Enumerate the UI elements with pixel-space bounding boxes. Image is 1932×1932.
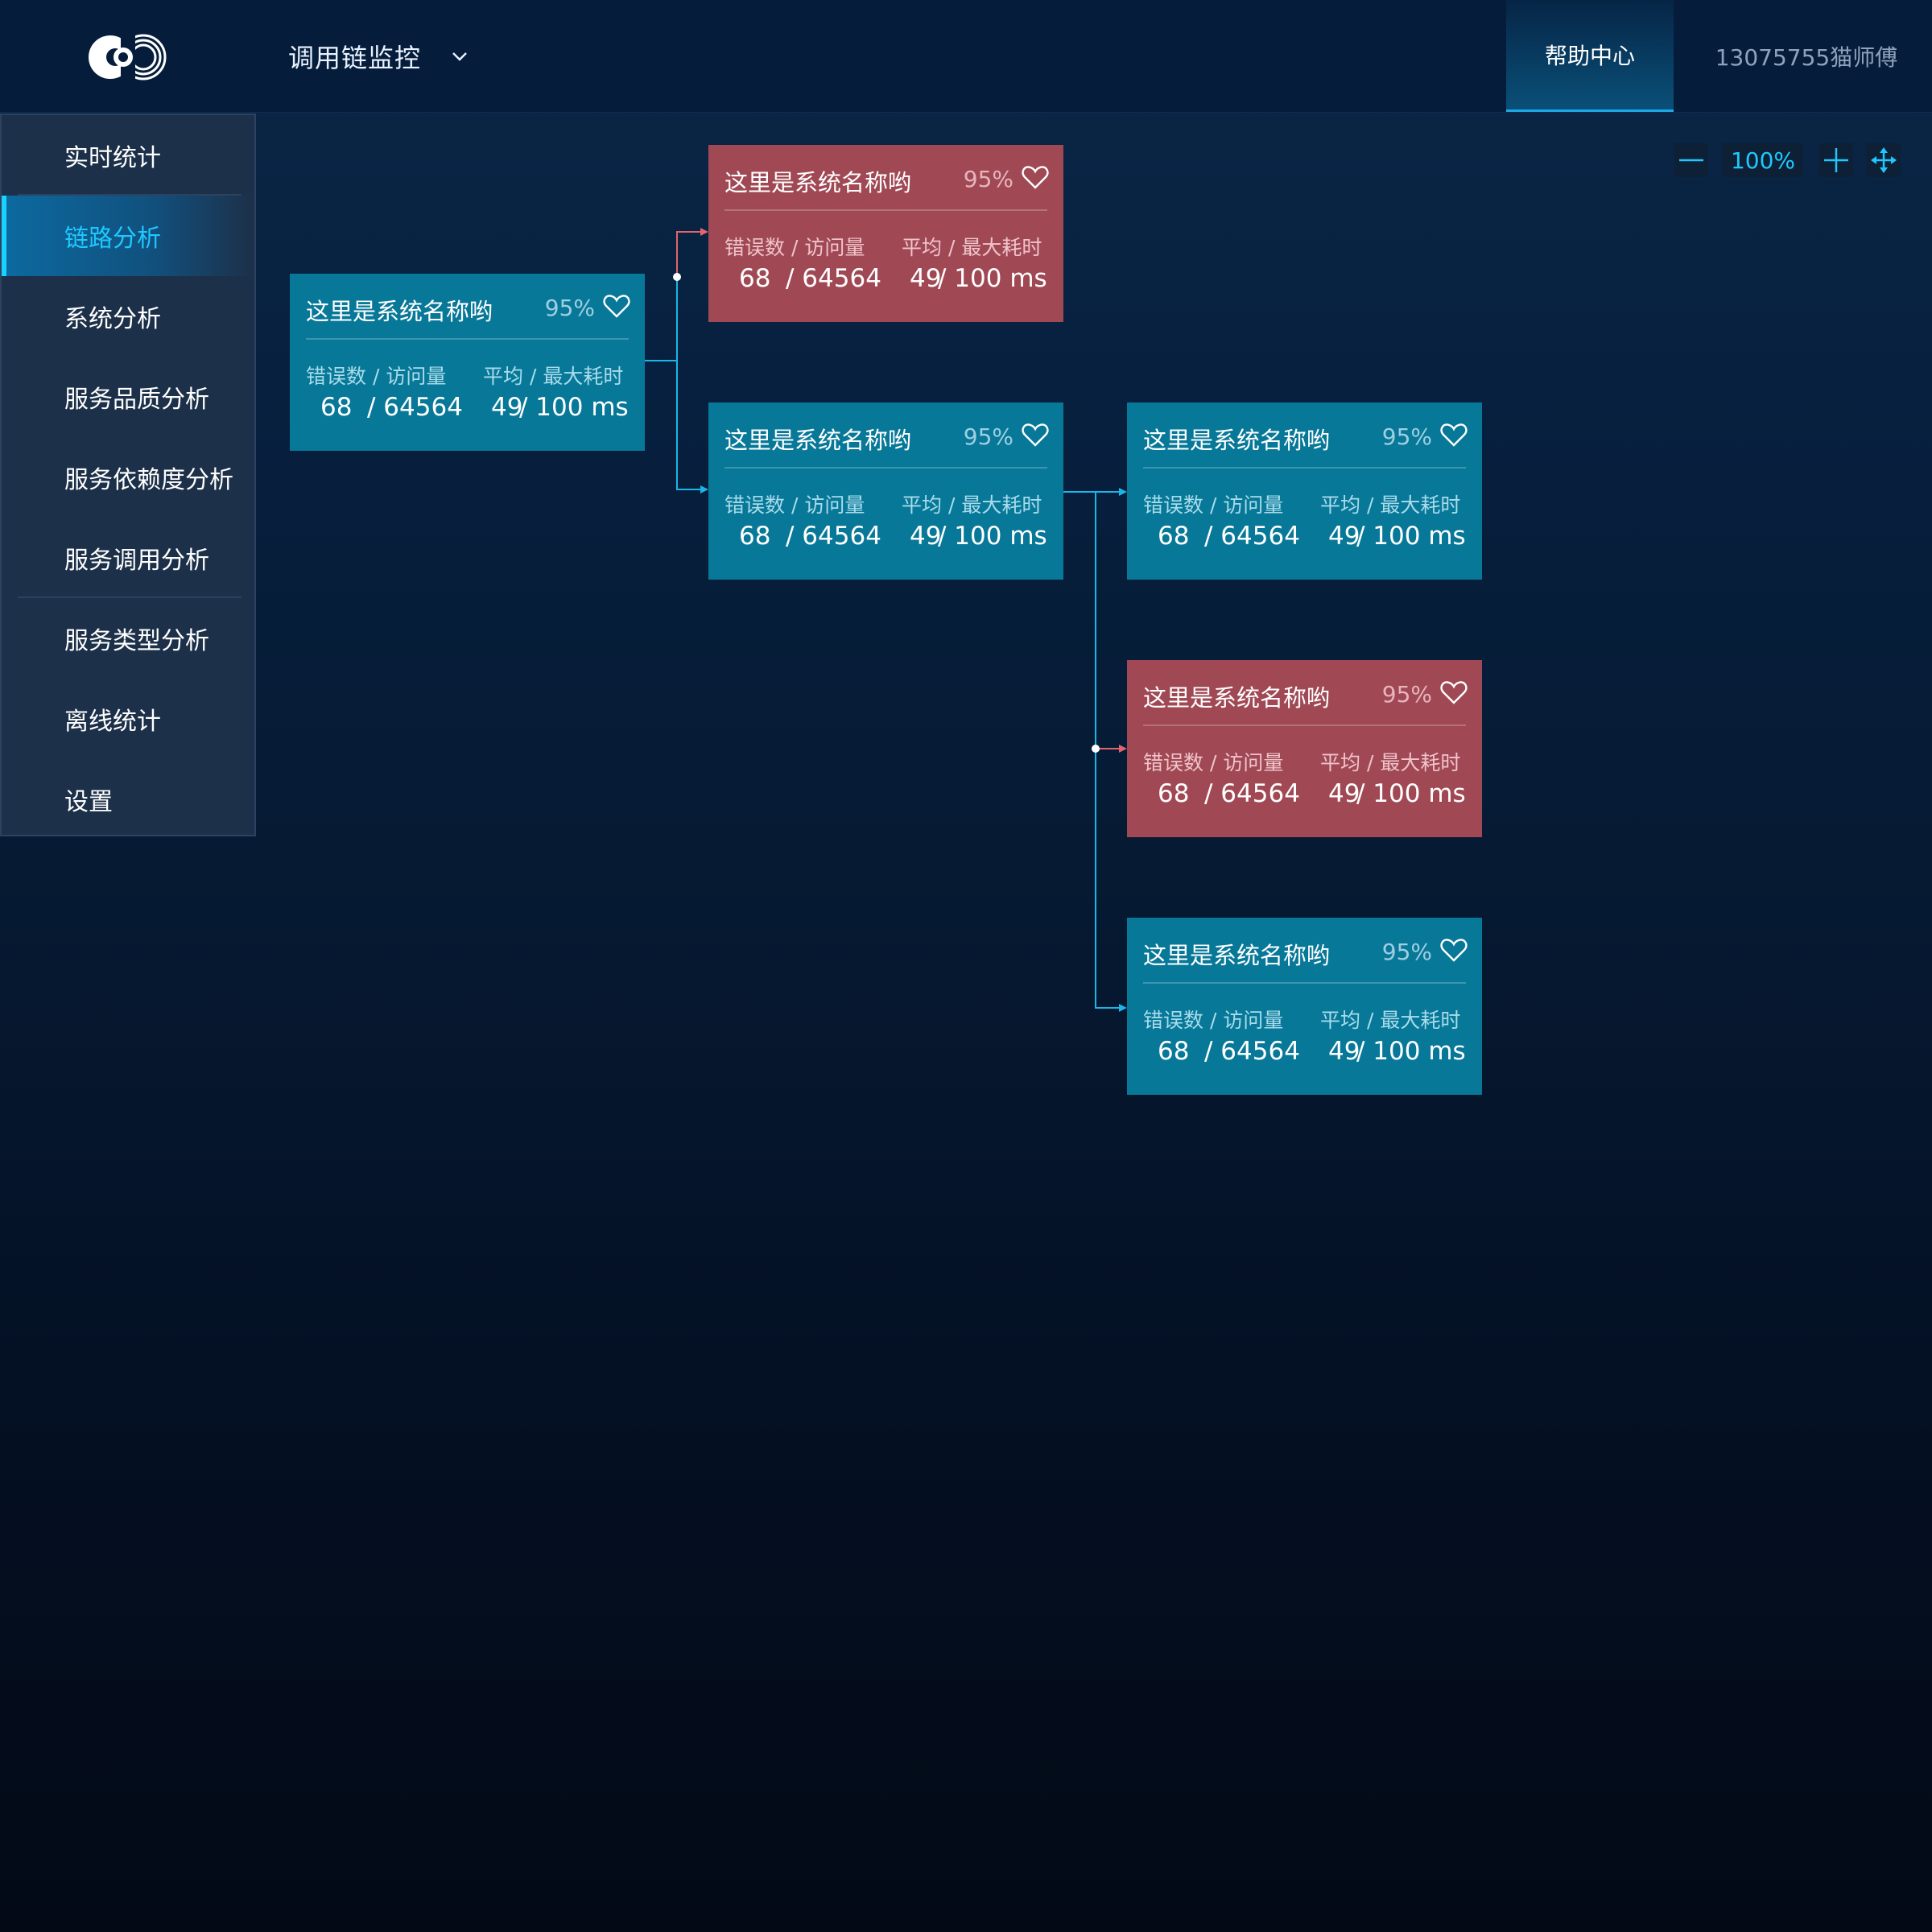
node-title: 这里是系统名称哟 xyxy=(1143,684,1331,712)
heart-icon[interactable] xyxy=(603,293,630,319)
system-node-card[interactable]: 这里是系统名称哟 95% 错误数 / 访问量 平均 / 最大耗时 68 / 64… xyxy=(708,145,1063,322)
visit-count: / 64564 xyxy=(367,393,463,422)
max-latency: / 100 ms xyxy=(1356,1037,1466,1066)
node-divider xyxy=(1143,724,1466,726)
avg-latency: 49 xyxy=(491,393,523,422)
errors-visits-label: 错误数 / 访问量 xyxy=(724,236,865,259)
heart-icon[interactable] xyxy=(1022,422,1049,448)
latency-label: 平均 / 最大耗时 xyxy=(1320,493,1461,517)
arrow-head xyxy=(1119,488,1127,496)
link-connector xyxy=(644,320,678,361)
node-title: 这里是系统名称哟 xyxy=(1143,942,1331,969)
visit-count: / 64564 xyxy=(1204,779,1300,808)
system-node-card[interactable]: 这里是系统名称哟 95% 错误数 / 访问量 平均 / 最大耗时 68 / 64… xyxy=(708,402,1063,580)
node-title: 这里是系统名称哟 xyxy=(724,427,912,454)
errors-visits-label: 错误数 / 访问量 xyxy=(1143,1009,1284,1032)
arrow-head xyxy=(1119,745,1127,753)
node-title: 这里是系统名称哟 xyxy=(724,169,912,196)
latency-label: 平均 / 最大耗时 xyxy=(902,493,1042,517)
error-count: 68 xyxy=(1158,1037,1190,1066)
max-latency: / 100 ms xyxy=(519,393,629,422)
errors-visits-label: 错误数 / 访问量 xyxy=(724,493,865,517)
system-node-card[interactable]: 这里是系统名称哟 95% 错误数 / 访问量 平均 / 最大耗时 68 / 64… xyxy=(290,274,645,451)
junction-dot xyxy=(673,273,681,281)
error-count: 68 xyxy=(739,522,771,551)
avg-latency: 49 xyxy=(910,264,942,293)
max-latency: / 100 ms xyxy=(1356,779,1466,808)
error-count: 68 xyxy=(1158,779,1190,808)
error-count: 68 xyxy=(739,264,771,293)
avg-latency: 49 xyxy=(1328,779,1360,808)
node-percentage: 95% xyxy=(1381,681,1432,708)
node-title: 这里是系统名称哟 xyxy=(306,298,493,325)
node-divider xyxy=(724,209,1047,211)
avg-latency: 49 xyxy=(910,522,942,551)
node-divider xyxy=(1143,982,1466,984)
system-node-card[interactable]: 这里是系统名称哟 95% 错误数 / 访问量 平均 / 最大耗时 68 / 64… xyxy=(1127,660,1482,837)
node-percentage: 95% xyxy=(1381,939,1432,965)
junction-dot xyxy=(1092,745,1100,753)
max-latency: / 100 ms xyxy=(938,264,1047,293)
errors-visits-label: 错误数 / 访问量 xyxy=(1143,751,1284,774)
link-connector xyxy=(1095,749,1121,1009)
avg-latency: 49 xyxy=(1328,1037,1360,1066)
latency-label: 平均 / 最大耗时 xyxy=(1320,1009,1461,1032)
latency-label: 平均 / 最大耗时 xyxy=(902,236,1042,259)
avg-latency: 49 xyxy=(1328,522,1360,551)
max-latency: / 100 ms xyxy=(1356,522,1466,551)
heart-icon[interactable] xyxy=(1022,164,1049,190)
arrow-head xyxy=(700,485,708,493)
errors-visits-label: 错误数 / 访问量 xyxy=(306,365,447,388)
node-percentage: 95% xyxy=(1381,423,1432,450)
node-divider xyxy=(724,467,1047,469)
node-title: 这里是系统名称哟 xyxy=(1143,427,1331,454)
node-percentage: 95% xyxy=(544,295,595,321)
error-count: 68 xyxy=(1158,522,1190,551)
latency-label: 平均 / 最大耗时 xyxy=(1320,751,1461,774)
visit-count: / 64564 xyxy=(1204,522,1300,551)
visit-count: / 64564 xyxy=(1204,1037,1300,1066)
error-count: 68 xyxy=(320,393,353,422)
node-divider xyxy=(1143,467,1466,469)
heart-icon[interactable] xyxy=(1440,937,1468,963)
max-latency: / 100 ms xyxy=(938,522,1047,551)
visit-count: / 64564 xyxy=(786,264,881,293)
link-connector-error xyxy=(676,231,702,277)
node-percentage: 95% xyxy=(963,423,1013,450)
link-connector xyxy=(676,277,702,490)
heart-icon[interactable] xyxy=(1440,679,1468,705)
arrow-head xyxy=(700,228,708,236)
system-node-card[interactable]: 这里是系统名称哟 95% 错误数 / 访问量 平均 / 最大耗时 68 / 64… xyxy=(1127,918,1482,1095)
node-divider xyxy=(306,338,629,340)
node-percentage: 95% xyxy=(963,166,1013,192)
visit-count: / 64564 xyxy=(786,522,881,551)
heart-icon[interactable] xyxy=(1440,422,1468,448)
latency-label: 平均 / 最大耗时 xyxy=(483,365,624,388)
arrow-head xyxy=(1119,1004,1127,1012)
errors-visits-label: 错误数 / 访问量 xyxy=(1143,493,1284,517)
system-node-card[interactable]: 这里是系统名称哟 95% 错误数 / 访问量 平均 / 最大耗时 68 / 64… xyxy=(1127,402,1482,580)
